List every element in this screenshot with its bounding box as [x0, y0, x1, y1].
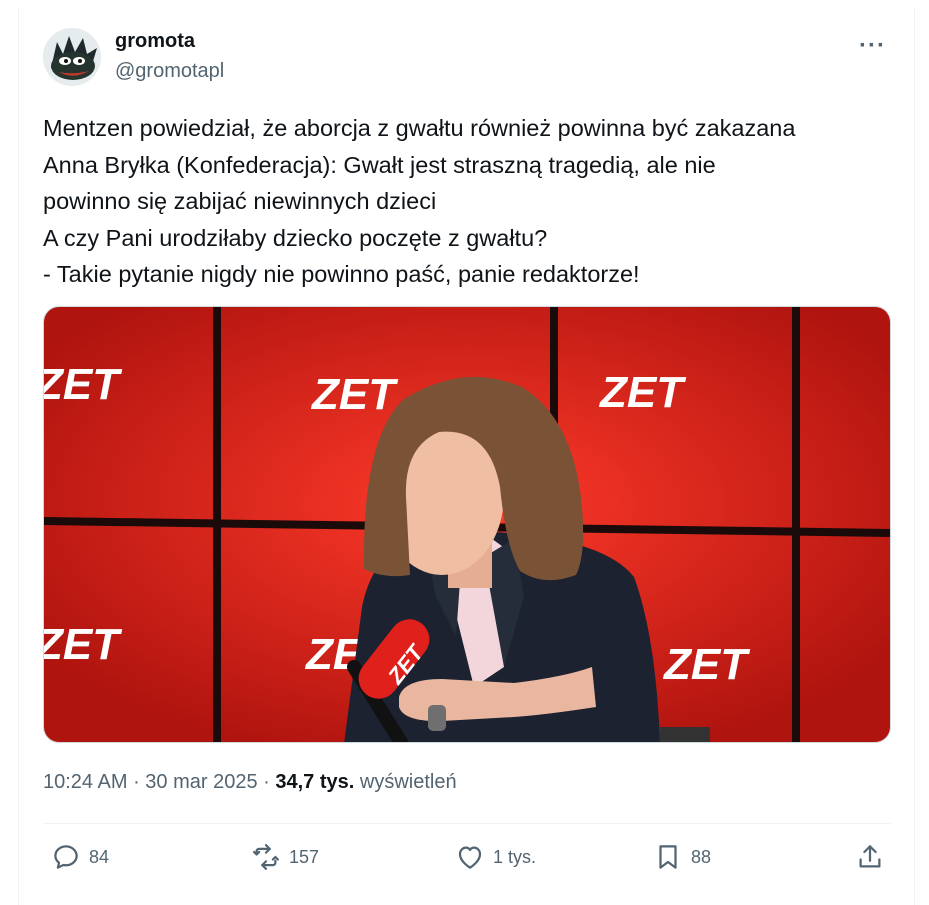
- zet-logo: ZET: [44, 360, 122, 409]
- views-count: 34,7 tys.: [275, 771, 355, 793]
- zet-logo: ZET: [310, 370, 398, 419]
- more-icon[interactable]: ···: [859, 32, 886, 60]
- repost-icon: [253, 844, 279, 870]
- like-count: 1 tys.: [493, 846, 537, 867]
- tweet-time[interactable]: 10:24 AM: [43, 771, 128, 793]
- views-label: wyświetleń: [359, 771, 457, 793]
- tweet-media-image[interactable]: ZET ZET ZET ZET ZET ZET ZET: [43, 306, 891, 743]
- tweet-line: - Takie pytanie nigdy nie powinno paść, …: [43, 261, 640, 287]
- zet-logo: ZET: [662, 640, 750, 689]
- studio-photo: ZET ZET ZET ZET ZET ZET ZET: [44, 307, 890, 742]
- tweet-line: powinno się zabijać niewinnych dzieci: [43, 188, 437, 214]
- tweet-text: Mentzen powiedział, że aborcja z gwałtu …: [43, 110, 893, 293]
- meta-separator: ·: [127, 771, 146, 793]
- tweet-meta: 10:24 AM · 30 mar 2025 · 34,7 tys. wyświ…: [43, 771, 457, 794]
- bookmark-button[interactable]: 88: [653, 842, 711, 872]
- zet-logo: ZET: [44, 620, 122, 669]
- repost-count: 157: [289, 846, 320, 867]
- user-handle[interactable]: @gromotapl: [115, 60, 224, 83]
- pepe-dragon-avatar-icon: [43, 28, 101, 86]
- display-name[interactable]: gromota: [115, 30, 195, 53]
- like-button[interactable]: 1 tys.: [455, 842, 536, 872]
- tweet-date[interactable]: 30 mar 2025: [145, 771, 257, 793]
- share-button[interactable]: [855, 842, 885, 872]
- tweet-line: A czy Pani urodziłaby dziecko poczęte z …: [43, 224, 548, 251]
- action-bar: 84 157 1 tys. 88: [43, 842, 891, 878]
- reply-button[interactable]: 84: [51, 842, 109, 872]
- divider: [43, 823, 891, 824]
- reply-count: 84: [89, 846, 110, 867]
- bookmark-count: 88: [691, 846, 712, 867]
- share-icon: [859, 845, 881, 868]
- bookmark-icon: [659, 845, 677, 869]
- tweet-card: gromota @gromotapl ··· Mentzen powiedzia…: [18, 8, 915, 905]
- tweet-line: Mentzen powiedział, że aborcja z gwałtu …: [43, 115, 796, 141]
- meta-separator: ·: [257, 771, 276, 793]
- heart-icon: [458, 846, 482, 869]
- tweet-line: Anna Bryłka (Konfederacja): Gwałt jest s…: [43, 151, 716, 178]
- avatar[interactable]: [43, 28, 101, 86]
- reply-icon: [54, 845, 78, 869]
- repost-button[interactable]: 157: [251, 842, 319, 872]
- zet-logo: ZET: [598, 368, 686, 417]
